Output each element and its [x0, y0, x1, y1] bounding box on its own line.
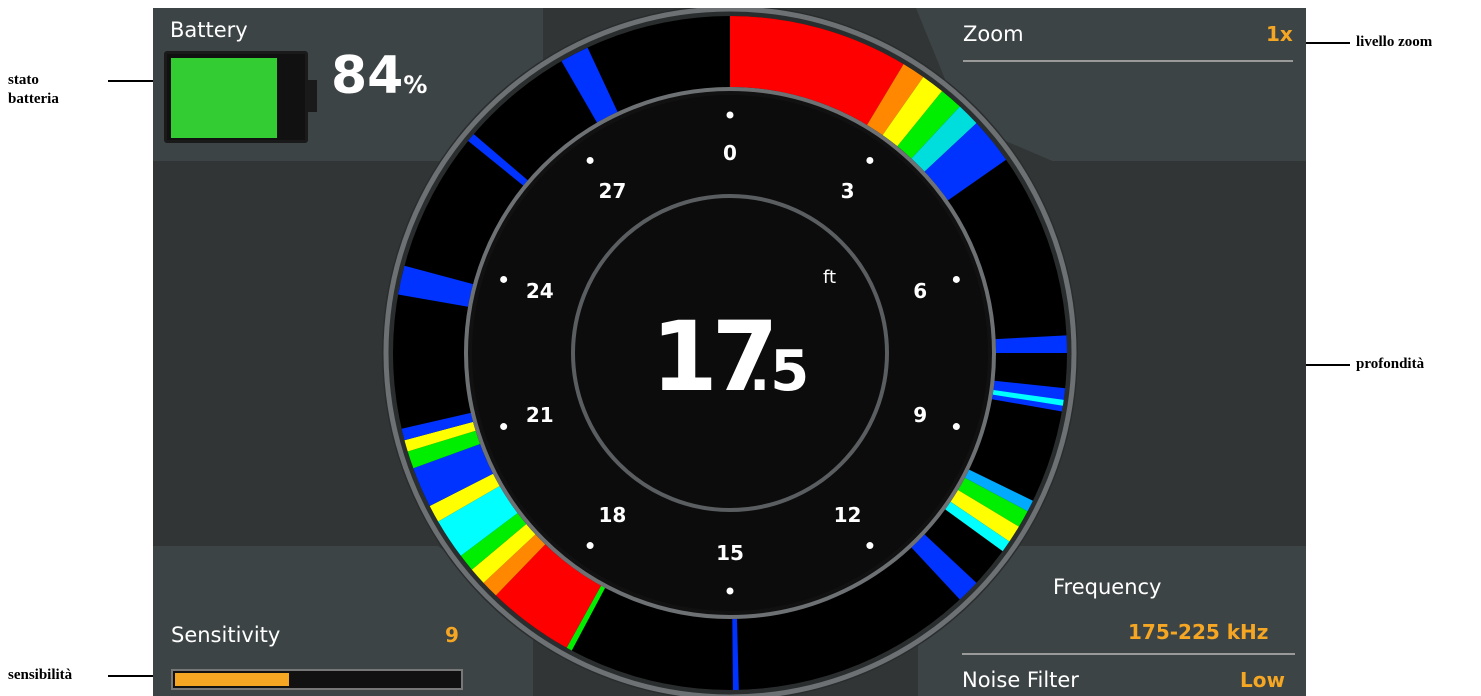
dial-tick-dot [866, 156, 874, 164]
dial-tick-label: 12 [834, 503, 862, 527]
dial-tick-dot [586, 542, 594, 550]
dial-tick-label: 15 [716, 541, 744, 565]
dial-tick-label: 27 [599, 179, 627, 203]
dial-tick-label: 0 [723, 141, 737, 165]
annotation-battery: stato batteria [8, 72, 59, 107]
depth-unit: ft [823, 267, 836, 288]
annotation-zoom: livello zoom [1356, 34, 1433, 50]
flasher-dial: 0369121518212427 ft 17 .5 [382, 8, 1078, 696]
dial-tick-dot [500, 423, 508, 431]
annotation-depth: profondità [1356, 356, 1425, 372]
depth-decimal: .5 [749, 339, 809, 404]
dial-tick-dot [586, 156, 594, 164]
dial-tick-label: 21 [526, 403, 554, 427]
sonar-screen: Battery 84% Zoom 1x Sensitivity 9 Freque… [153, 8, 1306, 696]
dial-tick-dot [500, 275, 508, 283]
dial-tick-dot [726, 111, 734, 119]
annotation-zoom-line [1303, 42, 1350, 44]
dial-tick-label: 18 [599, 503, 627, 527]
dial-tick-dot [952, 275, 960, 283]
dial-tick-dot [726, 587, 734, 595]
dial-tick-label: 9 [913, 403, 927, 427]
dial-tick-dot [866, 542, 874, 550]
annotation-sensitivity: sensibilità [8, 667, 73, 683]
dial-tick-dot [952, 423, 960, 431]
dial-tick-label: 3 [841, 179, 855, 203]
dial-tick-label: 24 [526, 279, 554, 303]
dial-tick-label: 6 [913, 279, 927, 303]
